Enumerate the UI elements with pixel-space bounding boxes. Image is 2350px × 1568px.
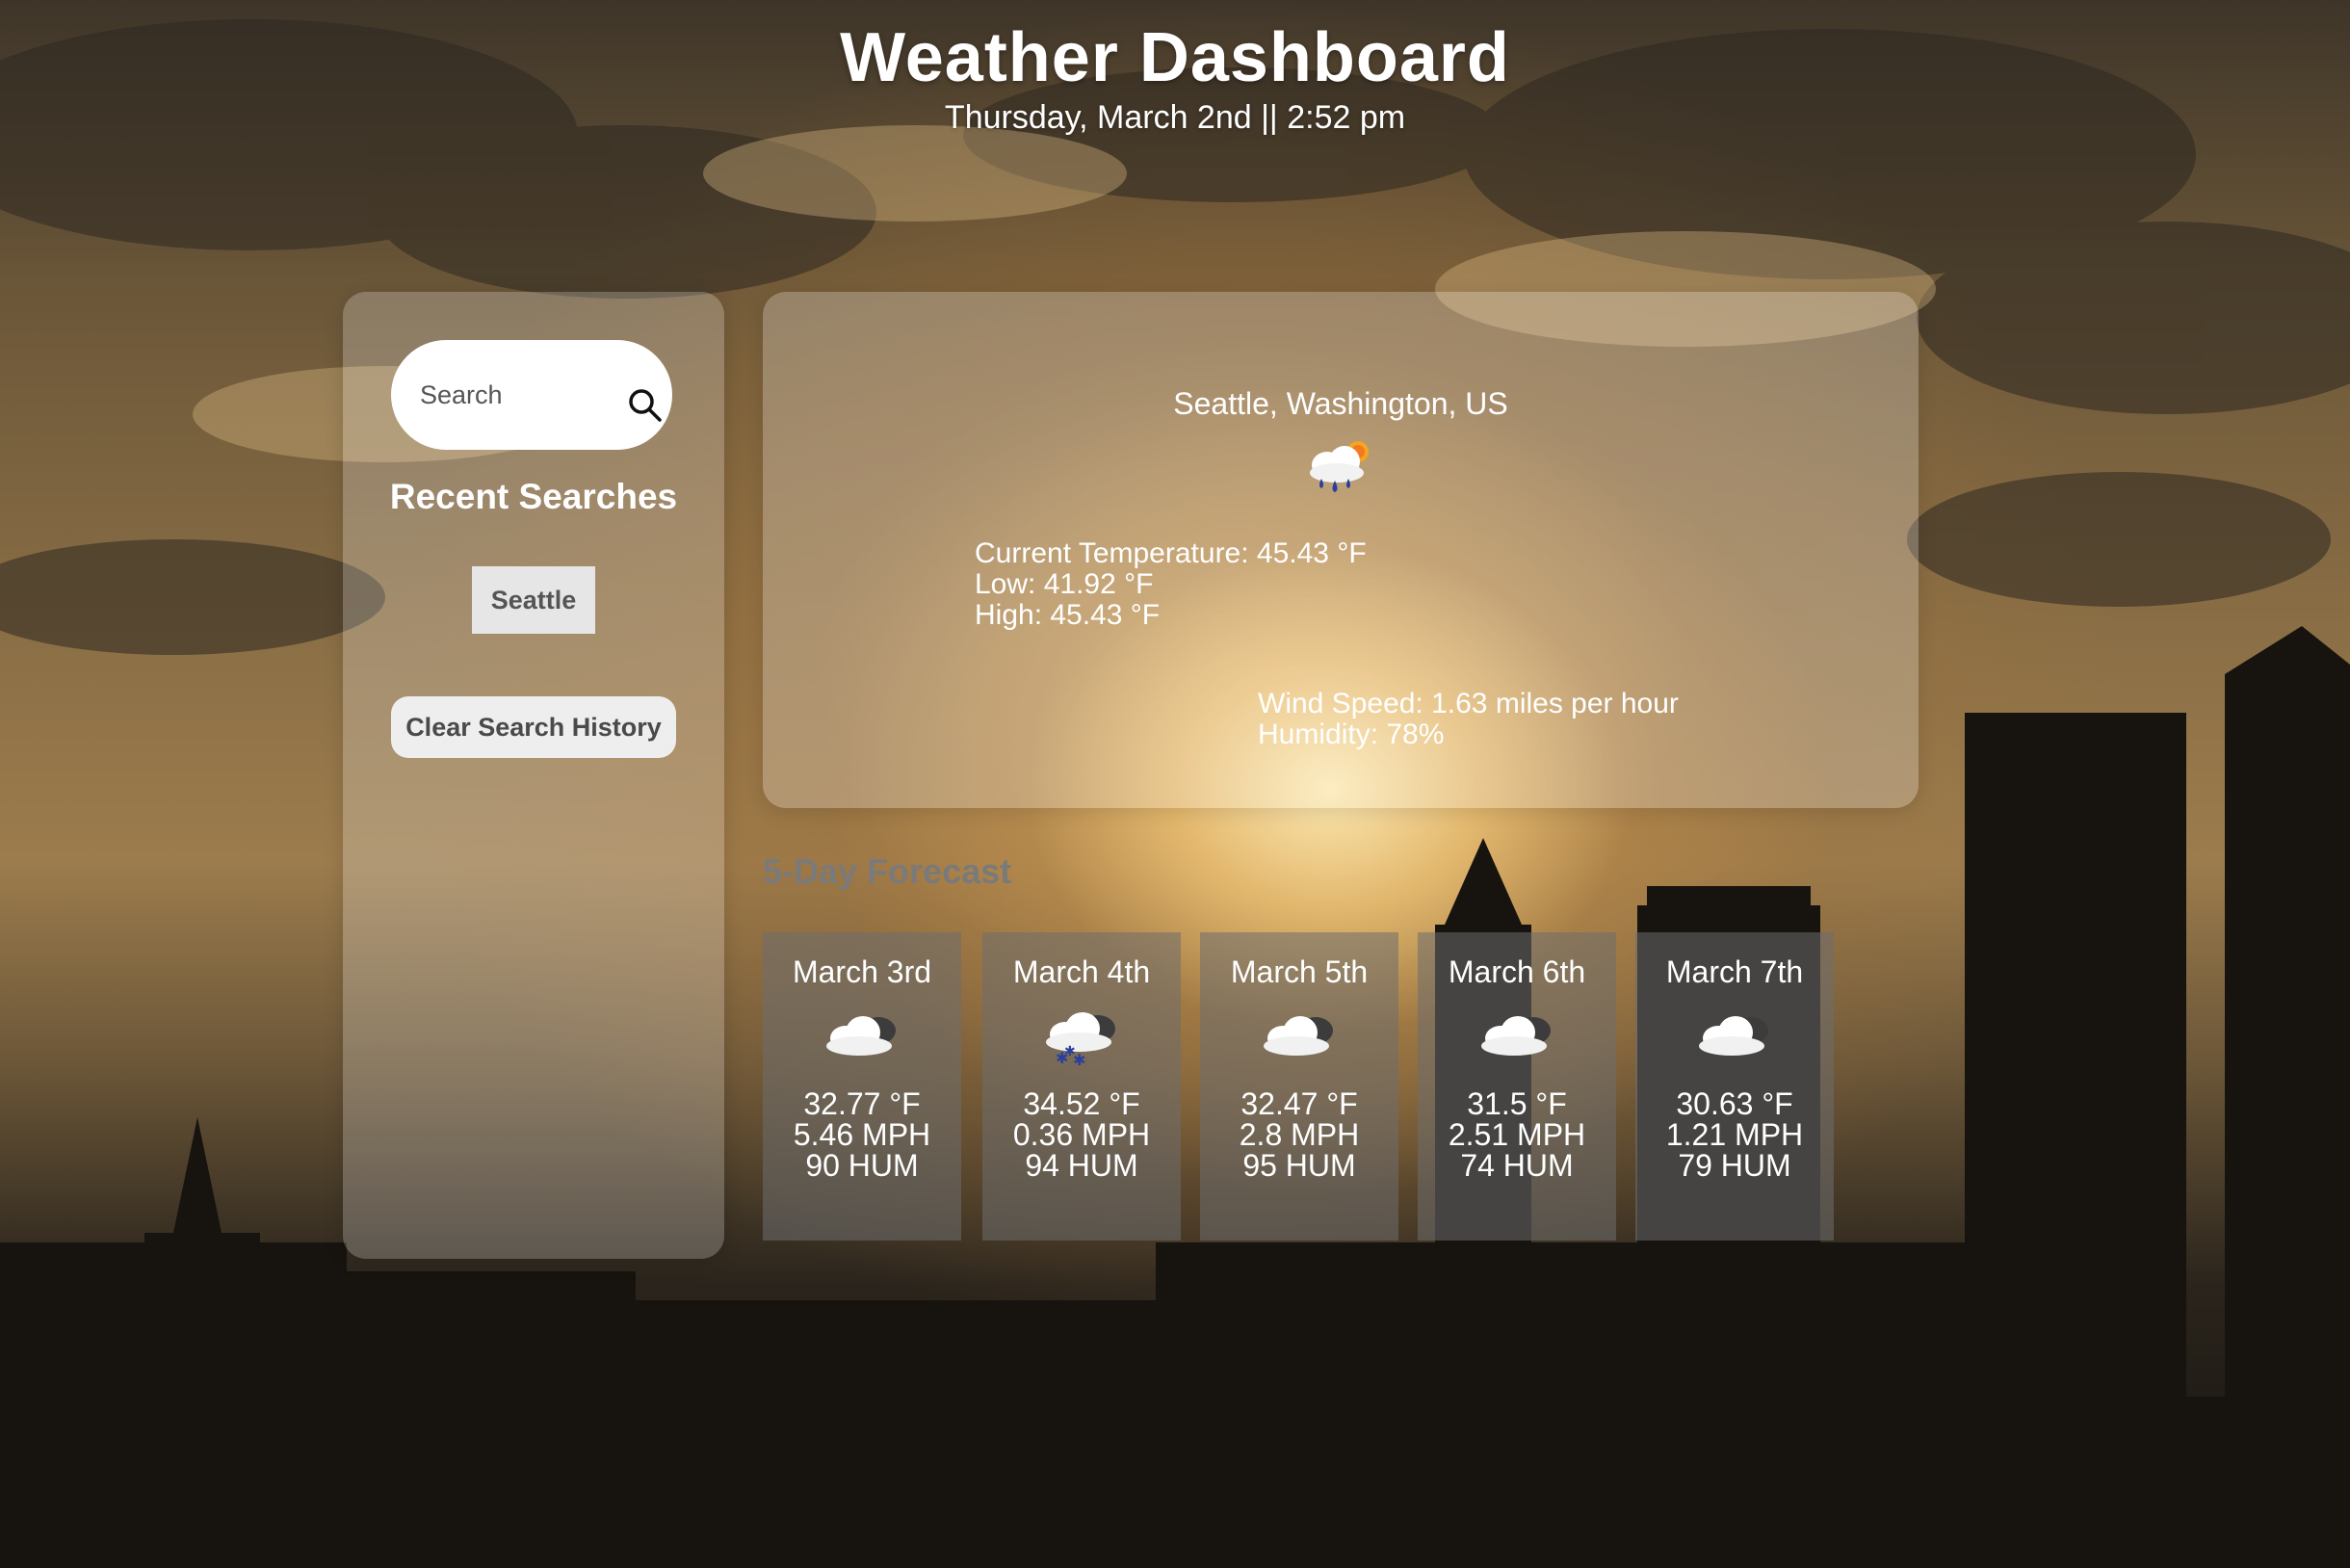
forecast-card: March 3rd 32.77 °F 5.46 MPH 90 HUM <box>763 932 961 1241</box>
clear-history-button[interactable]: Clear Search History <box>391 696 676 758</box>
forecast-temp: 34.52 °F <box>1023 1086 1140 1121</box>
page-title: Weather Dashboard <box>840 19 1510 96</box>
forecast-date: March 4th <box>1012 954 1151 989</box>
forecast-card: March 5th 32.47 °F 2.8 MPH 95 HUM <box>1200 932 1398 1241</box>
forecast-stats: 32.47 °F 2.8 MPH 95 HUM <box>1200 1088 1398 1181</box>
current-datetime: Thursday, March 2nd || 2:52 pm <box>944 99 1406 136</box>
forecast-temp: 32.77 °F <box>803 1086 921 1121</box>
forecast-card: March 4th ✱ ✱ ✱ 34.52 °F 0.36 MPH 94 HUM <box>982 932 1181 1241</box>
forecast-date: March 6th <box>1448 954 1586 989</box>
search-sidebar: Recent Searches Seattle Clear Search His… <box>343 292 724 1259</box>
search-icon[interactable] <box>626 386 665 425</box>
forecast-stats: 34.52 °F 0.36 MPH 94 HUM <box>982 1088 1181 1181</box>
svg-text:✱: ✱ <box>1064 1044 1076 1059</box>
forecast-humidity: 74 HUM <box>1460 1148 1574 1183</box>
recent-searches-heading: Recent Searches <box>389 477 678 516</box>
forecast-card: March 7th 30.63 °F 1.21 MPH 79 HUM <box>1635 932 1834 1241</box>
forecast-temp: 31.5 °F <box>1467 1086 1567 1121</box>
forecast-wind: 0.36 MPH <box>1012 1117 1151 1152</box>
forecast-heading: 5-Day Forecast <box>763 851 1012 891</box>
snow-cloud-icon: ✱ ✱ ✱ <box>1046 1012 1115 1069</box>
wind-humidity-block: Wind Speed: 1.63 miles per hour Humidity… <box>1258 689 1679 750</box>
forecast-date: March 3rd <box>792 954 932 989</box>
forecast-humidity: 94 HUM <box>1025 1148 1138 1183</box>
forecast-wind: 1.21 MPH <box>1665 1117 1804 1152</box>
cloud-icon <box>1481 1016 1551 1056</box>
forecast-temp: 32.47 °F <box>1240 1086 1358 1121</box>
forecast-temp: 30.63 °F <box>1676 1086 1793 1121</box>
temperature-block: Current Temperature: 45.43 °F Low: 41.92… <box>975 538 1367 631</box>
forecast-stats: 31.5 °F 2.51 MPH 74 HUM <box>1418 1088 1616 1181</box>
humidity: Humidity: 78% <box>1258 719 1445 750</box>
cloud-icon <box>826 1016 896 1056</box>
high-temperature: High: 45.43 °F <box>975 599 1161 631</box>
forecast-date: March 5th <box>1230 954 1369 989</box>
forecast-card: March 6th 31.5 °F 2.51 MPH 74 HUM <box>1418 932 1616 1241</box>
cloud-icon <box>1699 1016 1768 1056</box>
forecast-wind: 2.8 MPH <box>1239 1117 1360 1152</box>
page-header: Weather Dashboard Thursday, March 2nd ||… <box>0 17 2350 137</box>
forecast-stats: 32.77 °F 5.46 MPH 90 HUM <box>763 1088 961 1181</box>
location-name: Seattle, Washington, US <box>1173 386 1508 421</box>
search-input[interactable] <box>418 375 614 415</box>
search-box[interactable] <box>391 340 672 450</box>
rain-sun-icon <box>1310 441 1369 492</box>
cloud-icon <box>1264 1016 1333 1056</box>
recent-search-item[interactable]: Seattle <box>472 566 595 634</box>
current-temperature: Current Temperature: 45.43 °F <box>975 537 1367 569</box>
forecast-humidity: 79 HUM <box>1678 1148 1791 1183</box>
low-temperature: Low: 41.92 °F <box>975 568 1154 600</box>
forecast-stats: 30.63 °F 1.21 MPH 79 HUM <box>1635 1088 1834 1181</box>
forecast-humidity: 90 HUM <box>805 1148 919 1183</box>
wind-speed: Wind Speed: 1.63 miles per hour <box>1258 688 1679 719</box>
forecast-wind: 2.51 MPH <box>1448 1117 1586 1152</box>
forecast-humidity: 95 HUM <box>1242 1148 1356 1183</box>
current-weather-panel: Seattle, Washington, US Current Temperat… <box>763 292 1919 808</box>
forecast-date: March 7th <box>1665 954 1804 989</box>
forecast-wind: 5.46 MPH <box>793 1117 931 1152</box>
